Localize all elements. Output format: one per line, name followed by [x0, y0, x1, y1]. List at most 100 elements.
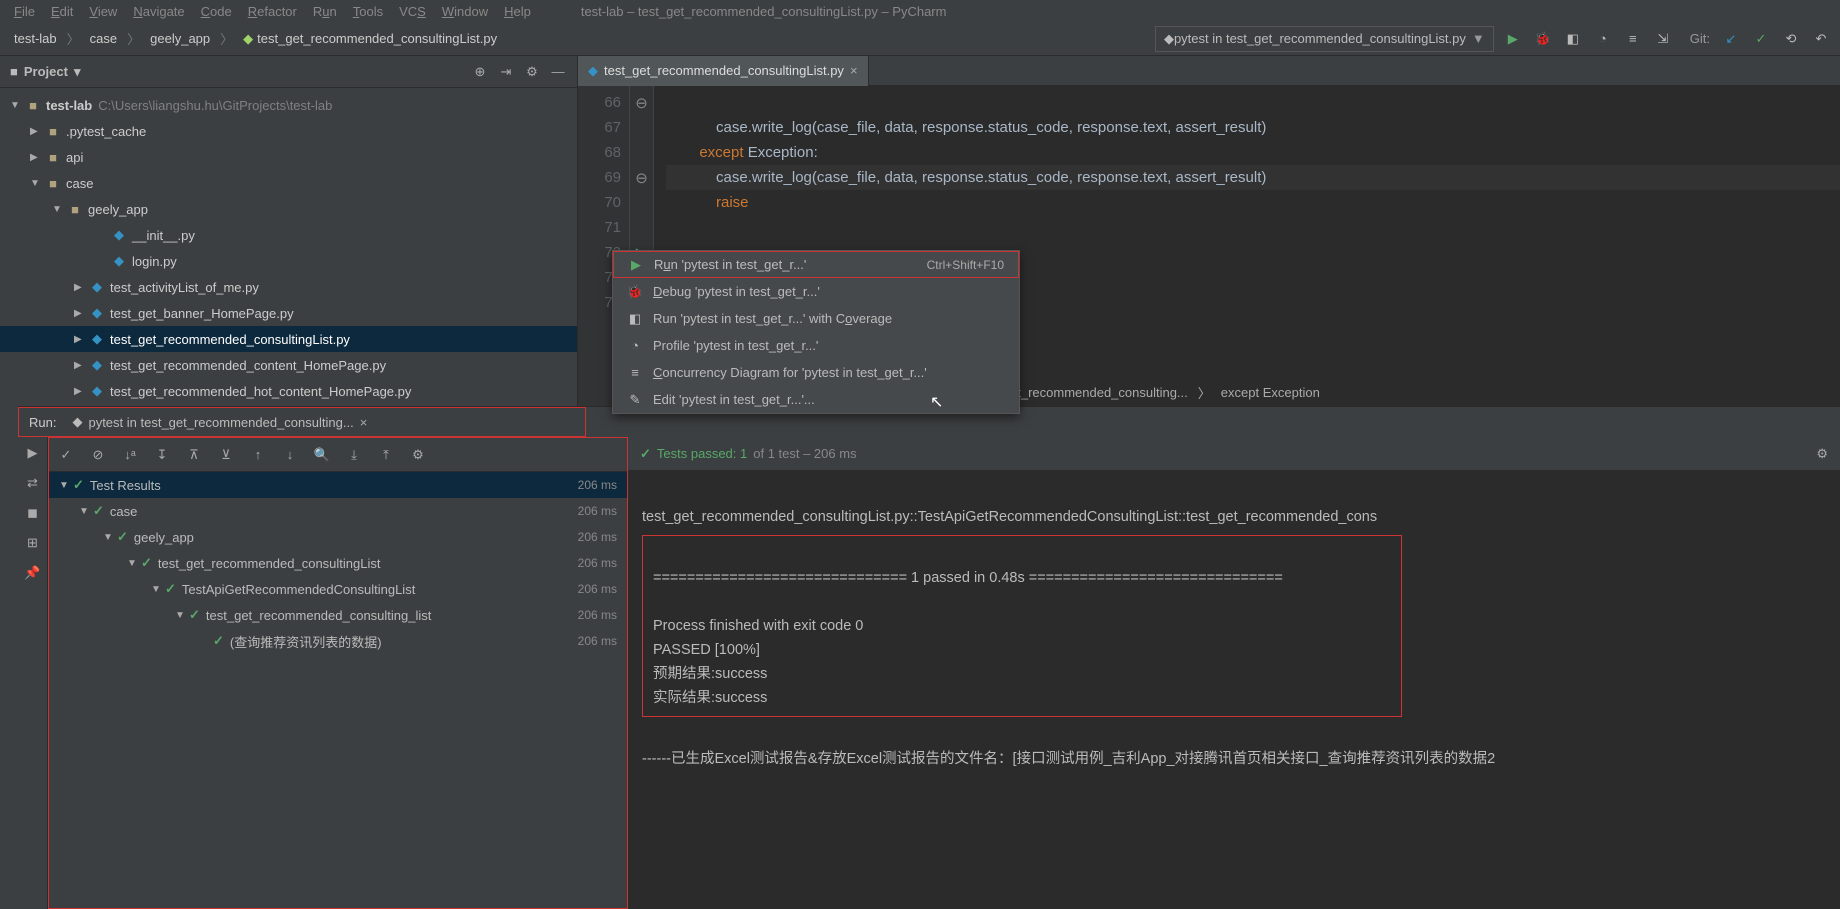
- project-tab[interactable]: ■ Project ▾: [10, 64, 80, 80]
- run-header: Run: ◆ pytest in test_get_recommended_co…: [18, 407, 586, 437]
- menu-refactor[interactable]: Refactor: [242, 2, 303, 21]
- tree-label: case: [66, 176, 93, 191]
- sort-icon[interactable]: ↓ᵃ: [121, 446, 139, 464]
- test-label: Test Results: [90, 478, 161, 493]
- sidebar-header: ■ Project ▾ ⊕ ⇥ ⚙ —: [0, 56, 577, 88]
- fold-icon[interactable]: ⊖: [630, 165, 653, 190]
- breadcrumb-root[interactable]: test-lab: [6, 27, 65, 50]
- concurrency-icon[interactable]: ≡: [1624, 30, 1642, 48]
- tree-content[interactable]: ▶◆test_get_recommended_content_HomePage.…: [0, 352, 577, 378]
- next-icon[interactable]: ↓: [281, 446, 299, 464]
- tree-geely[interactable]: ▼■geely_app: [0, 196, 577, 222]
- tree-api[interactable]: ▶■api: [0, 144, 577, 170]
- context-debug[interactable]: 🐞 Debug 'pytest in test_get_r...': [613, 278, 1019, 305]
- context-coverage[interactable]: ◧ Run 'pytest in test_get_r...' with Cov…: [613, 305, 1019, 332]
- line-number: 68: [578, 140, 621, 165]
- menu-code[interactable]: Code: [195, 2, 238, 21]
- git-commit-icon[interactable]: ✓: [1752, 30, 1770, 48]
- git-history-icon[interactable]: ⟲: [1782, 30, 1800, 48]
- tree-login[interactable]: ◆login.py: [0, 248, 577, 274]
- console-output[interactable]: test_get_recommended_consultingList.py::…: [628, 471, 1840, 909]
- toggle-icon[interactable]: ⇄: [27, 475, 38, 491]
- git-update-icon[interactable]: ↙: [1722, 30, 1740, 48]
- settings-icon[interactable]: ⚙: [523, 63, 541, 81]
- collapse-icon[interactable]: ⇥: [497, 63, 515, 81]
- pin-icon[interactable]: 📌: [24, 565, 40, 581]
- close-icon[interactable]: ×: [850, 63, 858, 78]
- editor-crumb-2[interactable]: except Exception: [1221, 385, 1320, 400]
- expand-icon[interactable]: ⊼: [185, 446, 203, 464]
- tree-label: test_get_recommended_hot_content_HomePag…: [110, 384, 411, 399]
- pass-icon: ✓: [93, 503, 104, 519]
- locate-icon[interactable]: ⊕: [471, 63, 489, 81]
- chevron-right-icon: 〉: [65, 29, 82, 48]
- editor-crumb-1[interactable]: et_recommended_consulting...: [1010, 385, 1188, 400]
- breadcrumb-case[interactable]: case: [82, 27, 125, 50]
- debug-icon[interactable]: 🐞: [1534, 30, 1552, 48]
- sort-duration-icon[interactable]: ↧: [153, 446, 171, 464]
- tree-banner[interactable]: ▶◆test_get_banner_HomePage.py: [0, 300, 577, 326]
- menu-edit[interactable]: Edit: [45, 2, 79, 21]
- menu-navigate[interactable]: Navigate: [127, 2, 190, 21]
- test-method[interactable]: ▼✓test_get_recommended_consulting_list20…: [49, 602, 627, 628]
- profile-icon[interactable]: ◔: [1594, 30, 1612, 48]
- tree-hot[interactable]: ▶◆test_get_recommended_hot_content_HomeP…: [0, 378, 577, 404]
- attach-icon[interactable]: ⇲: [1654, 30, 1672, 48]
- menu-view[interactable]: View: [83, 2, 123, 21]
- context-profile[interactable]: ◔ Profile 'pytest in test_get_r...': [613, 332, 1019, 359]
- test-desc[interactable]: ✓(查询推荐资讯列表的数据)206 ms: [49, 628, 627, 654]
- export-icon[interactable]: ⤒: [377, 446, 395, 464]
- show-ignored-icon[interactable]: ⊘: [89, 446, 107, 464]
- coverage-icon[interactable]: ◧: [1564, 30, 1582, 48]
- layout-icon[interactable]: ⊞: [27, 535, 38, 551]
- tree-consulting-selected[interactable]: ▶◆test_get_recommended_consultingList.py: [0, 326, 577, 352]
- tree-case[interactable]: ▼■case: [0, 170, 577, 196]
- collapse-icon[interactable]: ⊻: [217, 446, 235, 464]
- import-icon[interactable]: ⤓: [345, 446, 363, 464]
- show-passed-icon[interactable]: ✓: [57, 446, 75, 464]
- menu-help[interactable]: Help: [498, 2, 537, 21]
- breadcrumb-file[interactable]: ◆test_get_recommended_consultingList.py: [235, 27, 505, 51]
- console-panel: ✓ Tests passed: 1 of 1 test – 206 ms ⚙ t…: [628, 437, 1840, 909]
- menu-file[interactable]: File: [8, 2, 41, 21]
- menu-tools[interactable]: Tools: [347, 2, 389, 21]
- test-time: 206 ms: [578, 556, 617, 570]
- breadcrumb-geely[interactable]: geely_app: [142, 27, 218, 50]
- run-icon[interactable]: ▶: [1504, 30, 1522, 48]
- folder-icon: ■: [44, 176, 62, 191]
- test-class[interactable]: ▼✓TestApiGetRecommendedConsultingList206…: [49, 576, 627, 602]
- test-geely[interactable]: ▼✓geely_app206 ms: [49, 524, 627, 550]
- context-edit[interactable]: ✎ Edit 'pytest in test_get_r...'...: [613, 386, 1019, 413]
- tree-init[interactable]: ◆__init__.py: [0, 222, 577, 248]
- pass-icon: ✓: [141, 555, 152, 571]
- fold-icon[interactable]: ⊖: [630, 90, 653, 115]
- history-icon[interactable]: 🔍: [313, 446, 331, 464]
- run-tab[interactable]: ◆ pytest in test_get_recommended_consult…: [64, 412, 375, 432]
- run-icon-strip: ▶ ⇄ ◼ ⊞ 📌: [18, 437, 48, 909]
- close-icon[interactable]: ×: [360, 415, 368, 430]
- context-concurrency[interactable]: ≡ Concurrency Diagram for 'pytest in tes…: [613, 359, 1019, 386]
- settings-icon[interactable]: ⚙: [409, 446, 427, 464]
- tree-label: login.py: [132, 254, 177, 269]
- test-case[interactable]: ▼✓case206 ms: [49, 498, 627, 524]
- test-module[interactable]: ▼✓test_get_recommended_consultingList206…: [49, 550, 627, 576]
- hide-icon[interactable]: —: [549, 63, 567, 81]
- menu-vcs[interactable]: VCS: [393, 2, 432, 21]
- chevron-right-icon: 〉: [1198, 383, 1211, 402]
- menu-window[interactable]: Window: [436, 2, 494, 21]
- stop-icon[interactable]: ◼: [27, 505, 38, 521]
- settings-icon[interactable]: ⚙: [1816, 446, 1828, 462]
- prev-icon[interactable]: ↑: [249, 446, 267, 464]
- context-run[interactable]: ▶ Run 'pytest in test_get_r...' Ctrl+Shi…: [613, 251, 1019, 278]
- menu-run[interactable]: Run: [307, 2, 343, 21]
- tree-root[interactable]: ▼■test-labC:\Users\liangshu.hu\GitProjec…: [0, 92, 577, 118]
- console-line: 实际结果:success: [653, 690, 767, 706]
- line-number: 69: [578, 165, 621, 190]
- rerun-icon[interactable]: ▶: [28, 445, 38, 461]
- git-revert-icon[interactable]: ↶: [1812, 30, 1830, 48]
- test-root[interactable]: ▼✓Test Results206 ms: [49, 472, 627, 498]
- tree-pycache[interactable]: ▶■.pytest_cache: [0, 118, 577, 144]
- tree-activity[interactable]: ▶◆test_activityList_of_me.py: [0, 274, 577, 300]
- run-config-selector[interactable]: ◆ pytest in test_get_recommended_consult…: [1155, 26, 1494, 52]
- editor-tab[interactable]: ◆ test_get_recommended_consultingList.py…: [578, 56, 869, 86]
